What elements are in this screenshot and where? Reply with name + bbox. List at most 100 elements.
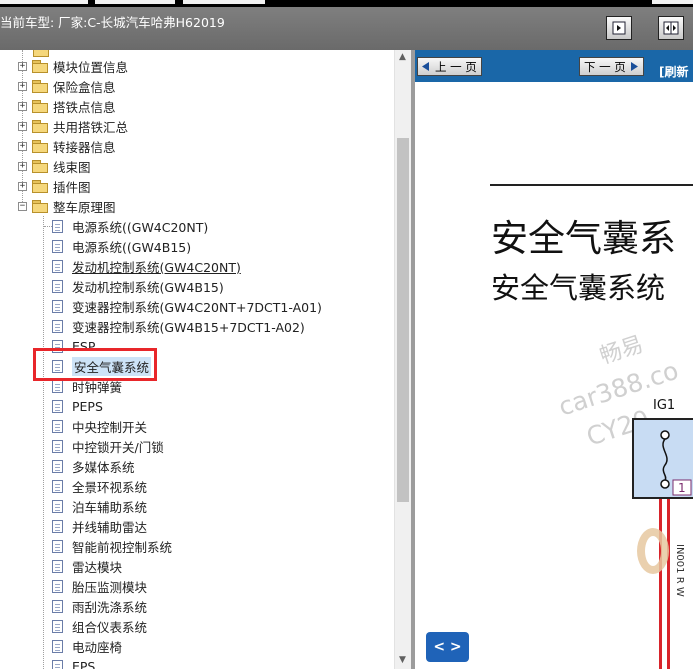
tree-doc-item[interactable]: 雨刮洗涤系统 xyxy=(44,596,147,616)
tree-doc-label[interactable]: EPS xyxy=(72,659,95,669)
top-tab-3[interactable] xyxy=(183,0,265,4)
current-vehicle-label: 当前车型: 厂家:C-长城汽车哈弗H62019 xyxy=(0,15,225,30)
tree-doc-item[interactable]: 变速器控制系统(GW4C20NT+7DCT1-A01) xyxy=(44,296,322,316)
document-icon xyxy=(52,239,63,253)
top-tab-4[interactable] xyxy=(652,0,693,4)
tree-doc-label[interactable]: 电源系统((GW4C20NT) xyxy=(72,217,208,236)
tree-doc-label[interactable]: 电源系统((GW4B15) xyxy=(72,237,191,256)
tree-folder-label[interactable]: 保险盒信息 xyxy=(53,77,116,96)
split-view-button[interactable] xyxy=(658,16,684,40)
tree-folder-label[interactable]: 线束图 xyxy=(53,157,91,176)
tree-doc-item[interactable]: 雷达模块 xyxy=(44,556,122,576)
tree-doc-item[interactable]: 中央控制开关 xyxy=(44,416,147,436)
tree-doc-label[interactable]: 变速器控制系统(GW4C20NT+7DCT1-A01) xyxy=(72,297,322,316)
tree-folder-adapter[interactable]: + 转接器信息 xyxy=(18,136,116,156)
tree-folder-shared-ground[interactable]: + 共用搭铁汇总 xyxy=(18,116,128,136)
scroll-down-icon[interactable]: ▼ xyxy=(399,655,406,665)
document-icon xyxy=(52,219,63,233)
expand-icon[interactable]: + xyxy=(18,161,27,171)
expand-icon[interactable]: + xyxy=(18,61,27,71)
expand-icon[interactable]: + xyxy=(18,101,27,111)
folder-icon xyxy=(32,180,48,193)
tree-folder-schematic[interactable]: − 整车原理图 xyxy=(18,196,116,216)
top-tab-1[interactable] xyxy=(0,0,88,4)
pin-number: 1 xyxy=(678,481,686,495)
diagram-title: 安全气囊系 xyxy=(491,217,676,260)
document-icon xyxy=(52,439,63,453)
collapse-panel-button[interactable] xyxy=(606,16,632,40)
tree-doc-item[interactable]: PEPS xyxy=(44,396,103,416)
tree-doc-label[interactable]: 发动机控制系统(GW4B15) xyxy=(72,277,224,296)
tree-doc-label[interactable]: PEPS xyxy=(72,399,103,414)
tree-folder-ground-point[interactable]: + 搭铁点信息 xyxy=(18,96,116,116)
scrollbar-thumb[interactable] xyxy=(397,138,409,502)
tree-panel: + 模块位置信息 + 保险盒信息 + 搭铁点信息 + 共用搭铁汇总 + 转接器信… xyxy=(0,50,411,669)
tree-folder-fuse-box[interactable]: + 保险盒信息 xyxy=(18,76,116,96)
tree-doc-label[interactable]: 发动机控制系统(GW4C20NT) xyxy=(72,257,241,276)
expand-icon[interactable]: + xyxy=(18,181,27,191)
tree-doc-item[interactable]: 电源系统((GW4C20NT) xyxy=(44,216,208,236)
tree-folder-label[interactable]: 整车原理图 xyxy=(53,197,116,216)
tree-doc-label[interactable]: 组合仪表系统 xyxy=(72,617,147,636)
tree-doc-item[interactable]: 组合仪表系统 xyxy=(44,616,147,636)
tree-doc-label[interactable]: 全景环视系统 xyxy=(72,477,147,496)
document-icon xyxy=(52,399,63,413)
tree-doc-item[interactable]: 中控锁开关/门锁 xyxy=(44,436,164,456)
tree-doc-item[interactable]: 变速器控制系统(GW4B15+7DCT1-A02) xyxy=(44,316,305,336)
tree-folder-harness[interactable]: + 线束图 xyxy=(18,156,91,176)
tree-doc-label[interactable]: 中控锁开关/门锁 xyxy=(72,437,164,456)
tree-doc-item[interactable]: 电源系统((GW4B15) xyxy=(44,236,191,256)
tree-doc-item[interactable]: 胎压监测模块 xyxy=(44,576,147,596)
watermark-logo xyxy=(637,528,669,574)
refresh-link[interactable]: [刷新 xyxy=(659,63,689,80)
tree-folder-label[interactable]: 插件图 xyxy=(53,177,91,196)
tree-doc-item[interactable]: 并线辅助雷达 xyxy=(44,516,147,536)
vehicle-header: 当前车型: 厂家:C-长城汽车哈弗H62019 xyxy=(0,7,693,50)
tree-doc-label[interactable]: 并线辅助雷达 xyxy=(72,517,147,536)
tree-doc-label[interactable]: 泊车辅助系统 xyxy=(72,497,147,516)
document-icon xyxy=(52,659,63,669)
tree-doc-item[interactable]: 智能前视控制系统 xyxy=(44,536,172,556)
split-view-icon xyxy=(663,21,679,35)
diagram-viewer: 安全气囊系 安全气囊系统 畅易 car388.co CY20 IG1 1 IN0… xyxy=(415,82,693,669)
tree-doc-label[interactable]: 智能前视控制系统 xyxy=(72,537,172,556)
tree-doc-label[interactable]: 雷达模块 xyxy=(72,557,122,576)
tree-doc-label[interactable]: 雨刮洗涤系统 xyxy=(72,597,147,616)
tree-doc-item[interactable]: 发动机控制系统(GW4B15) xyxy=(44,276,224,296)
document-icon xyxy=(52,539,63,553)
top-tab-2[interactable] xyxy=(95,0,175,4)
page-nav-button[interactable]: < > xyxy=(426,632,469,662)
open-folder-icon xyxy=(32,200,48,213)
tree-doc-label[interactable]: 中央控制开关 xyxy=(72,417,147,436)
tree-folder-label[interactable]: 模块位置信息 xyxy=(53,57,128,76)
tree-guide-line xyxy=(44,226,52,227)
tree-folder-label[interactable]: 搭铁点信息 xyxy=(53,97,116,116)
collapse-icon[interactable]: − xyxy=(18,201,27,211)
tree-doc-item[interactable]: 电动座椅 xyxy=(44,636,122,656)
expand-icon[interactable]: + xyxy=(18,141,27,151)
tree-doc-item[interactable]: EPS xyxy=(44,656,95,669)
tree-doc-label[interactable]: 多媒体系统 xyxy=(72,457,135,476)
tree-doc-item[interactable]: 多媒体系统 xyxy=(44,456,135,476)
tree-folder-connector[interactable]: + 插件图 xyxy=(18,176,91,196)
tree-doc-label[interactable]: 电动座椅 xyxy=(72,637,122,656)
tree-doc-item[interactable]: 全景环视系统 xyxy=(44,476,147,496)
tree-folder-module-location[interactable]: + 模块位置信息 xyxy=(18,56,128,76)
tree-doc-item[interactable]: 泊车辅助系统 xyxy=(44,496,147,516)
tree-folder-label[interactable]: 共用搭铁汇总 xyxy=(53,117,128,136)
document-icon xyxy=(52,619,63,633)
tree-doc-label[interactable]: 胎压监测模块 xyxy=(72,577,147,596)
tree-doc-label[interactable]: 变速器控制系统(GW4B15+7DCT1-A02) xyxy=(72,317,305,336)
next-page-button[interactable]: 下 一 页 xyxy=(579,57,644,76)
tree-doc-item[interactable]: 发动机控制系统(GW4C20NT) xyxy=(44,256,241,276)
document-icon xyxy=(52,279,63,293)
document-icon xyxy=(52,639,63,653)
prev-page-button[interactable]: 上 一 页 xyxy=(417,57,482,76)
expand-icon[interactable]: + xyxy=(18,121,27,131)
tree-scrollbar[interactable]: ▲ ▼ xyxy=(394,50,411,669)
document-icon xyxy=(52,499,63,513)
tree-folder-label[interactable]: 转接器信息 xyxy=(53,137,116,156)
expand-icon[interactable]: + xyxy=(18,81,27,91)
scroll-up-icon[interactable]: ▲ xyxy=(399,52,406,62)
arrow-left-icon xyxy=(422,62,429,71)
